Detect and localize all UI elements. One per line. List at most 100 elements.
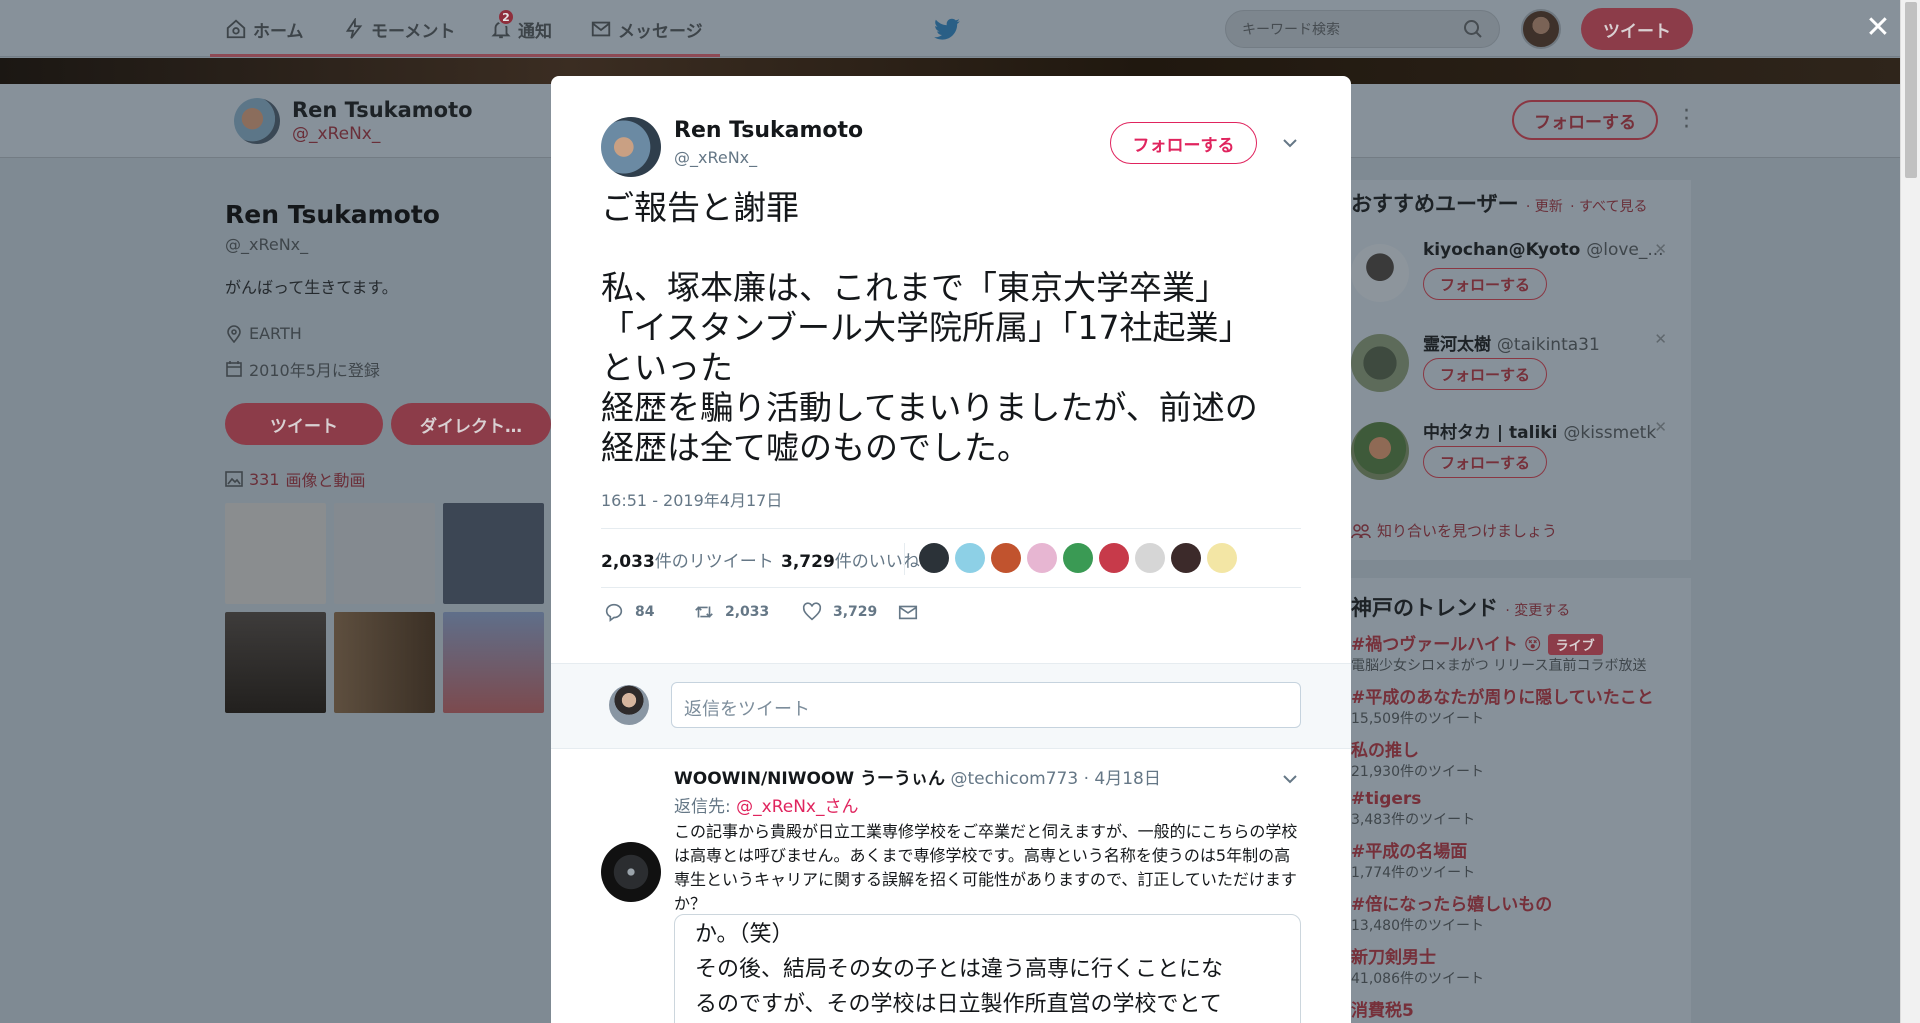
media-thumbnail-grid — [225, 503, 555, 713]
nav-messages-link[interactable]: メッセージ — [590, 16, 703, 42]
follow-button[interactable]: フォローする — [1423, 268, 1547, 300]
live-badge: ライブ — [1547, 634, 1603, 655]
find-friends-link[interactable]: 知り合いを見つけましょう — [1351, 520, 1557, 541]
reply-to-suffix: さん — [824, 797, 859, 817]
media-thumbnail[interactable] — [225, 503, 326, 604]
profile-joined: 2010年5月に登録 — [225, 357, 555, 381]
liker-avatar[interactable] — [1207, 543, 1237, 573]
reply-author-name[interactable]: WOOWIN/NIWOOW うーうぃん — [674, 769, 945, 789]
trend-item[interactable]: 新刀剣男士 41,086件のツイート — [1351, 943, 1691, 988]
like-count: 3,729 — [781, 552, 835, 572]
retweet-count-stat[interactable]: 2,033件のリツイート — [601, 547, 774, 572]
liker-avatar[interactable] — [919, 543, 949, 573]
tweet-author-handle[interactable]: @_xReNx_ — [674, 148, 757, 167]
user-avatar[interactable] — [1521, 9, 1561, 49]
liker-avatar[interactable] — [1135, 543, 1165, 573]
direct-message-button[interactable] — [897, 601, 919, 623]
chevron-down-icon[interactable] — [1281, 134, 1299, 152]
twitter-bird-icon[interactable] — [933, 18, 961, 42]
trend-item[interactable]: #平成のあなたが周りに隠していたこと 15,509件のツイート — [1351, 683, 1691, 728]
media-thumbnail[interactable] — [334, 612, 435, 713]
liker-avatar[interactable] — [955, 543, 985, 573]
tweet-actions: 84 2,033 3,729 — [601, 601, 1301, 631]
trend-item[interactable]: #禍つヴァールハイト 😵 ライブ 電脳少女シロ×まがつ リリース直前コラボ放送 — [1351, 630, 1691, 675]
liker-avatar[interactable] — [1027, 543, 1057, 573]
media-thumbnail[interactable] — [334, 503, 435, 604]
avatar[interactable] — [1351, 422, 1409, 480]
trend-item[interactable]: #平成の名場面 1,774件のツイート — [1351, 837, 1691, 882]
change-location-link[interactable]: · 変更する — [1505, 603, 1570, 619]
search-input[interactable]: キーワード検索 — [1225, 10, 1500, 48]
dismiss-icon[interactable]: ✕ — [1654, 240, 1667, 258]
media-thumbnail[interactable] — [443, 612, 544, 713]
tweet-stats: 2,033件のリツイート 3,729件のいいね — [601, 528, 1301, 588]
profile-bar-handle[interactable]: @_xReNx_ — [292, 124, 380, 144]
follow-button[interactable]: フォローする — [1423, 358, 1547, 390]
search-icon[interactable] — [1463, 19, 1483, 39]
nav-active-underline — [210, 54, 720, 57]
trend-item[interactable]: #tigers 3,483件のツイート — [1351, 789, 1691, 829]
trend-item[interactable]: #倍になったら嬉しいもの 13,480件のツイート — [1351, 890, 1691, 935]
dismiss-icon[interactable]: ✕ — [1654, 418, 1667, 436]
reply-icon — [605, 603, 623, 622]
close-icon[interactable]: ✕ — [1864, 13, 1892, 43]
direct-message-button[interactable]: ダイレクト… — [391, 403, 551, 445]
nav-moments-link[interactable]: モーメント — [343, 16, 455, 42]
user-name: kiyochan@Kyoto — [1423, 240, 1581, 260]
tweet-author-avatar[interactable] — [601, 117, 661, 177]
reply-button[interactable]: 84 — [603, 601, 654, 623]
retweet-button[interactable]: 2,033 — [693, 601, 769, 623]
avatar[interactable] — [1351, 334, 1409, 392]
like-count-stat[interactable]: 3,729件のいいね — [781, 547, 920, 572]
avatar[interactable] — [1351, 244, 1409, 302]
profile-name[interactable]: Ren Tsukamoto — [225, 200, 555, 229]
current-user-avatar — [609, 685, 649, 725]
reply-input[interactable]: 返信をツイート — [671, 682, 1301, 728]
nav-home-link[interactable]: ホーム — [225, 16, 304, 42]
trend-item[interactable]: 私の推し 21,930件のツイート — [1351, 736, 1691, 781]
see-all-link[interactable]: · すべて見る — [1570, 199, 1647, 215]
user-name: 中村タカ | taliki — [1423, 423, 1558, 443]
tweet-detail-modal: Ren Tsukamoto @_xReNx_ フォローする ご報告と謝罪 私、塚… — [551, 76, 1351, 1023]
dismiss-icon[interactable]: ✕ — [1654, 330, 1667, 348]
reply-date[interactable]: · 4月18日 — [1084, 769, 1161, 789]
reply-to-handle[interactable]: @_xReNx_ — [736, 797, 824, 817]
more-options-icon[interactable]: · · · — [1683, 101, 1690, 139]
follow-button[interactable]: フォローする — [1423, 446, 1547, 478]
liker-avatar[interactable] — [1171, 543, 1201, 573]
media-thumbnail[interactable] — [225, 612, 326, 713]
profile-bio: がんばって生きてます。 — [225, 278, 398, 297]
trend-name: #倍になったら嬉しいもの — [1351, 895, 1553, 915]
media-thumbnail[interactable] — [443, 503, 544, 604]
scrollbar-thumb[interactable] — [1905, 2, 1917, 178]
trend-count: 21,930件のツイート — [1351, 764, 1484, 780]
profile-tweet-button[interactable]: ツイート — [225, 403, 383, 445]
envelope-icon — [591, 21, 611, 37]
nav-messages-label: メッセージ — [618, 21, 703, 42]
refresh-link[interactable]: · 更新 — [1526, 199, 1563, 215]
joined-text: 2010年5月に登録 — [249, 361, 380, 380]
reply-quoted-image[interactable]: か。（笑） その後、結局その女の子とは違う高専に行くことにな るのですが、その学… — [674, 914, 1301, 1023]
follow-button[interactable]: フォローする — [1110, 122, 1257, 164]
recommended-user: 中村タカ | taliki @kissmetk ✕ フォローする — [1351, 418, 1691, 498]
compose-tweet-button[interactable]: ツイート — [1581, 8, 1693, 50]
tweet-author-name[interactable]: Ren Tsukamoto — [674, 118, 863, 143]
tweet-timestamp[interactable]: 16:51 - 2019年4月17日 — [601, 487, 782, 511]
profile-follow-button[interactable]: フォローする — [1512, 100, 1658, 140]
scrollbar[interactable] — [1900, 0, 1920, 1023]
liker-avatar[interactable] — [1063, 543, 1093, 573]
profile-bar-avatar[interactable] — [234, 98, 280, 144]
media-label: 画像と動画 — [285, 471, 366, 490]
liker-avatar[interactable] — [1099, 543, 1129, 573]
like-button[interactable]: 3,729 — [801, 601, 877, 623]
reply-author-handle[interactable]: @techicom773 — [950, 769, 1078, 789]
emoji-icon: 😵 — [1523, 635, 1542, 655]
media-link[interactable]: 331 画像と動画 — [225, 467, 555, 491]
chevron-down-icon[interactable] — [1281, 770, 1299, 788]
profile-bar-name[interactable]: Ren Tsukamoto — [292, 98, 473, 122]
recommended-title: おすすめユーザー · 更新 · すべて見る — [1351, 192, 1648, 216]
profile-handle[interactable]: @_xReNx_ — [225, 235, 555, 254]
liker-avatar[interactable] — [991, 543, 1021, 573]
reply-author-avatar[interactable] — [601, 842, 661, 902]
trend-item[interactable]: 消費税5 — [1351, 996, 1691, 1021]
